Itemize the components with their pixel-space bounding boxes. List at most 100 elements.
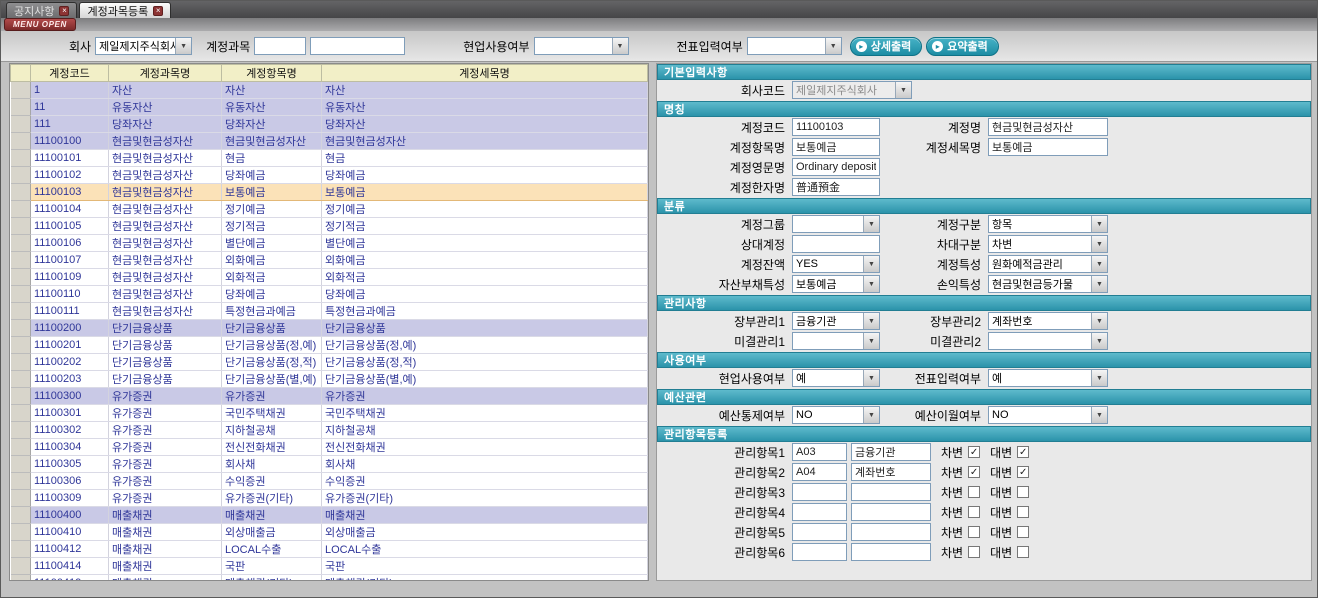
open-mgmt1-select[interactable]: ▼ — [792, 332, 880, 350]
table-row[interactable]: 11100203 단기금융상품 단기금융상품(별,예) 단기금융상품(별,예) — [11, 371, 648, 388]
cell-name: 단기금융상품 — [109, 337, 222, 354]
account-name-filter-input[interactable] — [310, 37, 405, 55]
table-row[interactable]: 11100301 유가증권 국민주택채권 국민주택채권 — [11, 405, 648, 422]
field-use-select[interactable]: 예 ▼ — [792, 369, 880, 387]
contra-account-input[interactable] — [792, 235, 880, 253]
detail-print-button[interactable]: ▸ 상세출력 — [850, 37, 922, 56]
table-row[interactable]: 1 자산 자산 자산 — [11, 82, 648, 99]
table-row[interactable]: 11100202 단기금융상품 단기금융상품(정,적) 단기금융상품(정,적) — [11, 354, 648, 371]
account-code-input[interactable] — [792, 118, 880, 136]
cell-item: 당좌예금 — [222, 286, 322, 303]
account-name-input[interactable] — [988, 118, 1108, 136]
table-row[interactable]: 11100419 매출채권 매출채권(기타) 매출채권(기타) — [11, 575, 648, 582]
open-mgmt2-select[interactable]: ▼ — [988, 332, 1108, 350]
profit-loss-select[interactable]: 현금및현금등가물 ▼ — [988, 275, 1108, 293]
table-row[interactable]: 11100104 현금및현금성자산 정기예금 정기예금 — [11, 201, 648, 218]
account-gubun-select[interactable]: 항목 ▼ — [988, 215, 1108, 233]
mgmt-code-input[interactable] — [792, 443, 847, 461]
book-mgmt2-select[interactable]: 계좌번호 ▼ — [988, 312, 1108, 330]
table-row[interactable]: 11100414 매출채권 국판 국판 — [11, 558, 648, 575]
debit-checkbox[interactable] — [968, 446, 980, 458]
table-row[interactable]: 11100105 현금및현금성자산 정기적금 정기적금 — [11, 218, 648, 235]
mgmt-code-input[interactable] — [792, 523, 847, 541]
account-detail-input[interactable] — [988, 138, 1108, 156]
tab-label: 계정과목등록 — [87, 3, 148, 19]
account-character-select[interactable]: 원화예적금관리 ▼ — [988, 255, 1108, 273]
row-selector — [11, 456, 31, 473]
debit-checkbox[interactable] — [968, 506, 980, 518]
table-row[interactable]: 11100200 단기금융상품 단기금융상품 단기금융상품 — [11, 320, 648, 337]
mgmt-name-input[interactable] — [851, 503, 931, 521]
mgmt-name-input[interactable] — [851, 483, 931, 501]
field-use-filter-select[interactable]: ▼ — [534, 37, 629, 55]
table-row[interactable]: 11100410 매출채권 외상매출금 외상매출금 — [11, 524, 648, 541]
table-row[interactable]: 11 유동자산 유동자산 유동자산 — [11, 99, 648, 116]
account-item-input[interactable] — [792, 138, 880, 156]
table-row[interactable]: 11100300 유가증권 유가증권 유가증권 — [11, 388, 648, 405]
budget-control-select[interactable]: NO ▼ — [792, 406, 880, 424]
credit-checkbox[interactable] — [1017, 506, 1029, 518]
account-english-input[interactable] — [792, 158, 880, 176]
table-row[interactable]: 11100102 현금및현금성자산 당좌예금 당좌예금 — [11, 167, 648, 184]
debit-checkbox[interactable] — [968, 526, 980, 538]
credit-checkbox[interactable] — [1017, 486, 1029, 498]
table-row[interactable]: 11100100 현금및현금성자산 현금및현금성자산 현금및현금성자산 — [11, 133, 648, 150]
table-row[interactable]: 11100305 유가증권 회사채 회사채 — [11, 456, 648, 473]
budget-carry-select[interactable]: NO ▼ — [988, 406, 1108, 424]
tab-close-icon[interactable]: × — [59, 6, 69, 16]
table-row[interactable]: 11100106 현금및현금성자산 별단예금 별단예금 — [11, 235, 648, 252]
table-row[interactable]: 11100400 매출채권 매출채권 매출채권 — [11, 507, 648, 524]
credit-checkbox[interactable] — [1017, 526, 1029, 538]
menu-open-button[interactable]: MENU OPEN — [4, 18, 76, 31]
credit-checkbox[interactable] — [1017, 446, 1029, 458]
table-row[interactable]: 11100302 유가증권 지하철공채 지하철공채 — [11, 422, 648, 439]
mgmt-code-input[interactable] — [792, 463, 847, 481]
book-mgmt1-select[interactable]: 금융기관 ▼ — [792, 312, 880, 330]
account-group-select[interactable]: ▼ — [792, 215, 880, 233]
table-row[interactable]: 111 당좌자산 당좌자산 당좌자산 — [11, 116, 648, 133]
mgmt-name-input[interactable] — [851, 443, 931, 461]
tab-account-registration[interactable]: 계정과목등록 × — [79, 2, 171, 18]
row-selector — [11, 575, 31, 582]
debit-checkbox[interactable] — [968, 486, 980, 498]
table-row[interactable]: 11100110 현금및현금성자산 당좌예금 당좌예금 — [11, 286, 648, 303]
mgmt-code-input[interactable] — [792, 543, 847, 561]
table-row[interactable]: 11100107 현금및현금성자산 외화예금 외화예금 — [11, 252, 648, 269]
summary-print-button[interactable]: ▸ 요약출력 — [926, 37, 998, 56]
mgmt-name-input[interactable] — [851, 523, 931, 541]
company-select[interactable]: 제일제지주식회사 ▼ — [95, 37, 192, 55]
table-row[interactable]: 11100309 유가증권 유가증권(기타) 유가증권(기타) — [11, 490, 648, 507]
mgmt-code-input[interactable] — [792, 483, 847, 501]
debit-checkbox[interactable] — [968, 546, 980, 558]
table-row[interactable]: 11100412 매출채권 LOCAL수출 LOCAL수출 — [11, 541, 648, 558]
credit-checkbox[interactable] — [1017, 546, 1029, 558]
voucher-use-select[interactable]: 예 ▼ — [988, 369, 1108, 387]
asset-liability-select[interactable]: 보통예금 ▼ — [792, 275, 880, 293]
table-row[interactable]: 11100103 현금및현금성자산 보통예금 보통예금 — [11, 184, 648, 201]
chevron-down-icon: ▼ — [863, 256, 879, 272]
cell-code: 11100110 — [31, 286, 109, 303]
account-balance-select[interactable]: YES ▼ — [792, 255, 880, 273]
app-window: 공지사항 × 계정과목등록 × MENU OPEN 회사 제일제지주식회사 ▼ … — [0, 0, 1318, 598]
voucher-filter-select[interactable]: ▼ — [747, 37, 842, 55]
table-row[interactable]: 11100306 유가증권 수익증권 수익증권 — [11, 473, 648, 490]
cell-item: 정기적금 — [222, 218, 322, 235]
table-row[interactable]: 11100109 현금및현금성자산 외화적금 외화적금 — [11, 269, 648, 286]
row-selector — [11, 150, 31, 167]
table-row[interactable]: 11100111 현금및현금성자산 특정현금과예금 특정현금과예금 — [11, 303, 648, 320]
row-selector — [11, 99, 31, 116]
mgmt-name-input[interactable] — [851, 463, 931, 481]
tab-close-icon[interactable]: × — [153, 6, 163, 16]
debit-checkbox[interactable] — [968, 466, 980, 478]
credit-checkbox[interactable] — [1017, 466, 1029, 478]
mgmt-code-input[interactable] — [792, 503, 847, 521]
credit-label: 대변 — [990, 444, 1012, 461]
account-hanja-input[interactable] — [792, 178, 880, 196]
tab-notice[interactable]: 공지사항 × — [6, 2, 77, 18]
account-code-filter-input[interactable] — [254, 37, 306, 55]
mgmt-name-input[interactable] — [851, 543, 931, 561]
table-row[interactable]: 11100304 유가증권 전신전화채권 전신전화채권 — [11, 439, 648, 456]
debit-credit-select[interactable]: 차변 ▼ — [988, 235, 1108, 253]
table-row[interactable]: 11100201 단기금융상품 단기금융상품(정,예) 단기금융상품(정,예) — [11, 337, 648, 354]
table-row[interactable]: 11100101 현금및현금성자산 현금 현금 — [11, 150, 648, 167]
